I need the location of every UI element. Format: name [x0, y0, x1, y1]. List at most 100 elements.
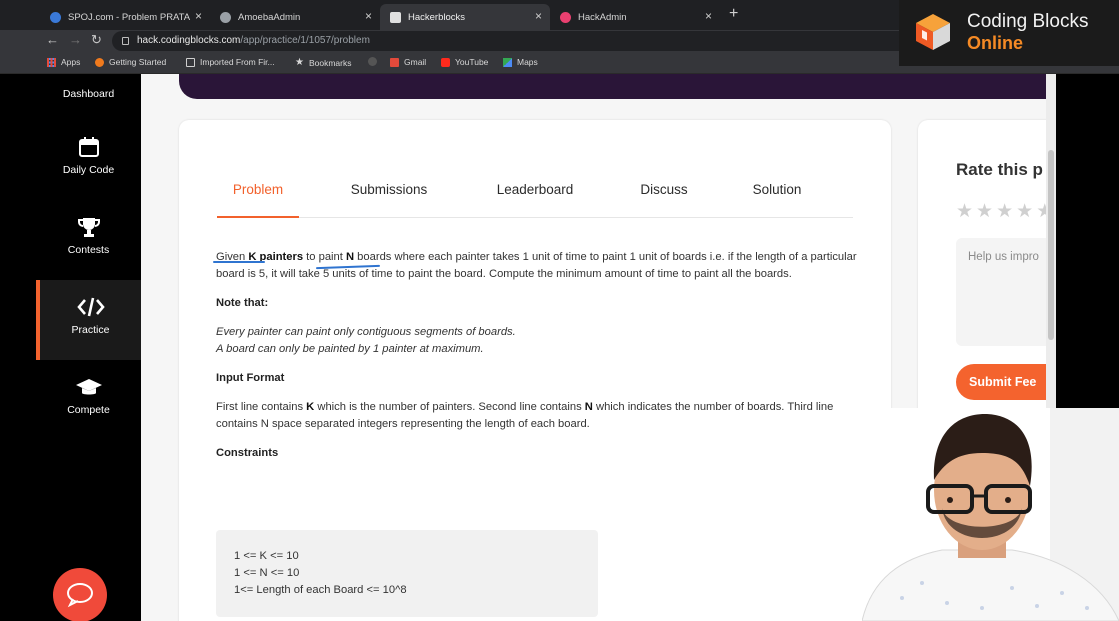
close-icon[interactable]: ×: [365, 9, 372, 23]
graduation-cap-icon: [75, 379, 102, 395]
sidebar-item-daily-code[interactable]: Daily Code: [36, 136, 141, 216]
tab-title: HackAdmin: [578, 11, 627, 23]
pen-annotation: [213, 261, 265, 263]
star-icon[interactable]: ★: [976, 200, 993, 223]
gmail-icon: [390, 57, 399, 67]
constraint-line: 1 <= K <= 10: [234, 550, 299, 562]
reload-icon[interactable]: ↻: [91, 32, 102, 48]
tab-solution[interactable]: Solution: [741, 182, 813, 218]
new-tab-button[interactable]: +: [729, 5, 738, 23]
problem-tabs: Problem Submissions Leaderboard Discuss …: [217, 178, 853, 218]
hackadmin-favicon-icon: [560, 11, 571, 23]
browser-tab-hackadmin[interactable]: HackAdmin ×: [550, 4, 720, 30]
sidebar-item-label: Practice: [71, 324, 110, 336]
note-line: Every painter can paint only contiguous …: [216, 326, 516, 338]
bookmark-label: Getting Started: [109, 57, 167, 67]
chat-button[interactable]: [53, 568, 107, 621]
text: which is the number of painters. Second …: [314, 401, 585, 413]
constraint-line: 1 <= N <= 10: [234, 567, 300, 579]
bookmark-getting-started[interactable]: Getting Started: [95, 57, 166, 67]
sidebar-item-label: Daily Code: [62, 164, 115, 176]
trophy-icon: [77, 218, 100, 237]
chat-bubble-icon: [67, 583, 93, 608]
bookmark-gmail[interactable]: Gmail: [390, 57, 426, 67]
tab-submissions[interactable]: Submissions: [341, 182, 437, 218]
youtube-icon: [441, 57, 450, 67]
url-field[interactable]: hack.codingblocks.com/app/practice/1/105…: [112, 31, 912, 51]
bookmark-label: Apps: [61, 57, 81, 67]
sidebar-item-label: Contests: [67, 244, 110, 256]
scrollbar-thumb[interactable]: [1048, 150, 1054, 340]
sidebar-item-label: Dashboard: [62, 88, 115, 100]
close-icon[interactable]: ×: [535, 9, 542, 23]
text: First line contains: [216, 401, 307, 413]
github-icon: [368, 57, 377, 66]
bookmark-label: YouTube: [455, 57, 489, 67]
browser-tab-hackerblocks[interactable]: Hackerblocks ×: [380, 4, 550, 30]
tab-title: Hackerblocks: [408, 11, 466, 23]
logo-line1: Coding Blocks: [967, 11, 1089, 32]
bookmark-youtube[interactable]: YouTube: [441, 57, 488, 67]
code-icon: [76, 297, 105, 317]
presenter-webcam: [862, 408, 1119, 621]
url-path: /app/practice/1/1057/problem: [240, 35, 370, 46]
lock-icon: [122, 37, 129, 45]
problem-banner: [179, 74, 1049, 99]
forward-arrow-icon[interactable]: →: [69, 32, 82, 47]
star-rating[interactable]: ★ ★ ★ ★ ★: [956, 200, 1053, 223]
problem-card: Problem Submissions Leaderboard Discuss …: [179, 120, 891, 621]
bookmark-label: Gmail: [404, 57, 427, 67]
bookmark-label: Maps: [517, 57, 538, 67]
close-icon[interactable]: ×: [195, 9, 202, 23]
statement-paragraph: Given K painters to paint N boards where…: [216, 249, 866, 283]
folder-icon: [186, 57, 195, 67]
star-icon[interactable]: ★: [996, 200, 1013, 223]
bookmark-label: Imported From Fir...: [200, 57, 275, 67]
feedback-input[interactable]: Help us impro: [956, 238, 1056, 346]
spoj-favicon-icon: [50, 11, 61, 23]
tab-leaderboard[interactable]: Leaderboard: [487, 182, 583, 218]
maps-icon: [503, 57, 512, 67]
close-icon[interactable]: ×: [705, 9, 712, 23]
bold-n: N: [584, 401, 593, 413]
sidebar-item-compete[interactable]: Compete: [36, 376, 141, 456]
bookmark-bookmarks[interactable]: ★ Bookmarks: [295, 57, 351, 68]
tab-problem[interactable]: Problem: [217, 182, 299, 218]
tab-discuss[interactable]: Discuss: [631, 182, 697, 218]
text: to paint: [303, 251, 346, 263]
constraints-heading: Constraints: [216, 447, 279, 459]
bookmark-maps[interactable]: Maps: [503, 57, 538, 67]
submit-feedback-button[interactable]: Submit Fee: [956, 364, 1056, 400]
bookmark-github[interactable]: [368, 57, 377, 66]
sidebar-item-label: Compete: [67, 404, 110, 416]
sidebar-nav: Dashboard Daily Code Contests Practice C…: [0, 74, 141, 621]
constraints-box: 1 <= K <= 10 1 <= N <= 10 1<= Length of …: [216, 530, 598, 617]
url-host: hack.codingblocks.com: [137, 35, 241, 46]
tab-title: AmoebaAdmin: [238, 11, 301, 23]
back-arrow-icon[interactable]: ←: [46, 32, 59, 47]
globe-icon: [220, 11, 231, 23]
note-heading: Note that:: [216, 297, 269, 309]
apps-grid-icon: [47, 57, 56, 67]
hackerblocks-favicon-icon: [390, 11, 401, 23]
browser-tab-amoeba[interactable]: AmoebaAdmin ×: [210, 4, 380, 30]
screen: SPOJ.com - Problem PRATA × AmoebaAdmin ×…: [0, 0, 1119, 621]
star-icon[interactable]: ★: [1016, 200, 1033, 223]
firefox-icon: [95, 57, 104, 67]
star-icon: ★: [295, 57, 304, 68]
browser-tab-spoj[interactable]: SPOJ.com - Problem PRATA ×: [40, 4, 210, 30]
input-format-text: First line contains K which is the numbe…: [216, 399, 866, 433]
bookmark-imported[interactable]: Imported From Fir...: [186, 57, 275, 67]
note-line: A board can only be painted by 1 painter…: [216, 343, 484, 355]
coding-blocks-logo: Coding Blocks Online: [899, 0, 1119, 66]
star-icon[interactable]: ★: [956, 200, 973, 223]
calendar-icon: [78, 137, 99, 157]
input-format-heading: Input Format: [216, 372, 285, 384]
bookmark-apps[interactable]: Apps: [47, 57, 80, 67]
constraint-line: 1<= Length of each Board <= 10^8: [234, 584, 407, 596]
cube-logo-icon: [916, 14, 950, 50]
rate-title: Rate this p: [956, 160, 1043, 179]
tab-title: SPOJ.com - Problem PRATA: [68, 11, 191, 23]
logo-line2: Online: [967, 33, 1024, 53]
sidebar-item-practice[interactable]: Practice: [36, 280, 141, 360]
